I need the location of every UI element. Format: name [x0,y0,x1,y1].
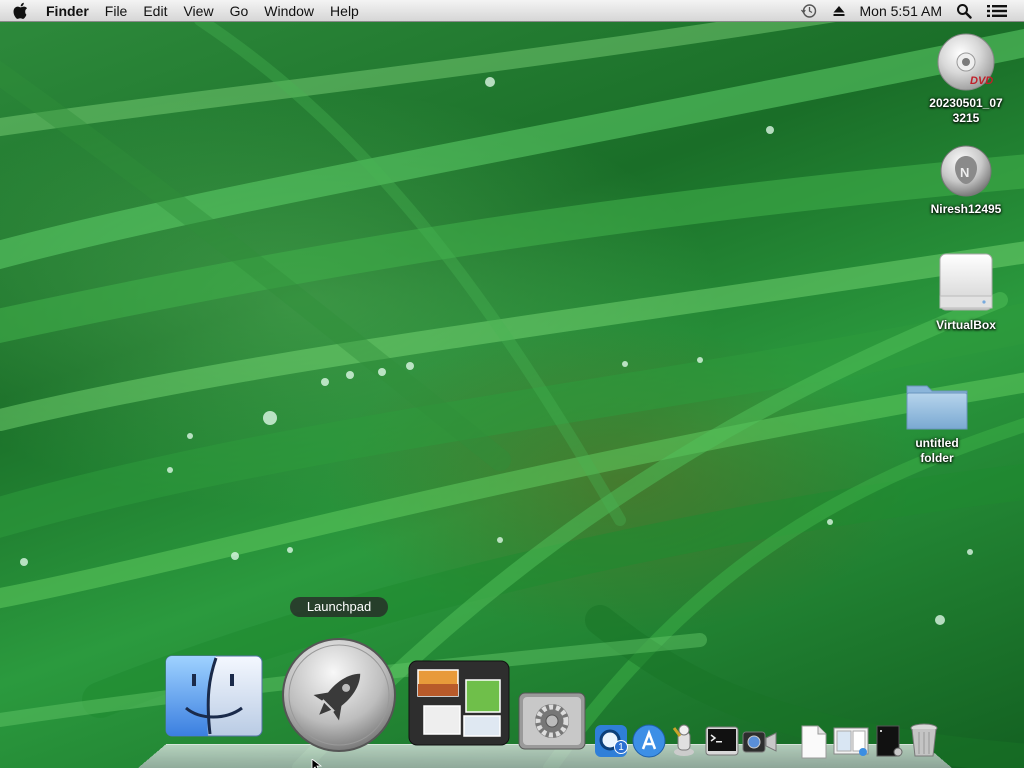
desktop-label: Niresh12495 [930,202,1002,216]
menu-view[interactable]: View [175,0,221,22]
arrow-cursor-icon [311,758,323,768]
time-machine-menu[interactable] [793,0,825,22]
desktop-item-dvd[interactable]: DVD 20230501_07 3215 [916,32,1016,126]
facetime-icon [742,731,777,753]
mouse-cursor [311,758,323,768]
dock-finder[interactable] [164,654,264,743]
terminal-icon [705,726,739,756]
dock-document[interactable] [800,724,828,765]
menu-go[interactable]: Go [222,0,257,22]
dock-mission-control[interactable] [408,660,510,751]
launchpad-icon [282,638,396,752]
automator-icon [672,724,694,756]
preview-icon [833,727,869,756]
install-disk-icon: N [940,145,992,197]
menu-edit[interactable]: Edit [135,0,175,22]
menu-file[interactable]: File [97,0,136,22]
dock-automator[interactable] [668,722,700,763]
desktop-item-niresh[interactable]: N Niresh12495 [916,144,1016,217]
desktop-label: VirtualBox [936,318,996,332]
desktop-item-virtualbox[interactable]: VirtualBox [916,252,1016,333]
dock-facetime[interactable] [742,728,778,761]
dock-quicktime[interactable]: 1 [594,724,628,763]
desktop-wallpaper [0,0,1024,768]
dock-launchpad[interactable] [281,637,397,758]
menu-window[interactable]: Window [256,0,322,22]
trash-icon [910,723,938,757]
dock-trash[interactable] [909,722,939,765]
dock-terminal[interactable] [705,726,739,761]
finder-icon [165,655,263,737]
time-machine-icon [800,3,816,18]
desktop-item-untitled-folder[interactable]: untitled folder [887,378,987,466]
system-preferences-icon [518,692,586,750]
svg-text:DVD: DVD [970,75,993,87]
eject-menu[interactable] [825,0,853,22]
app-store-icon [632,724,666,758]
menubar-clock[interactable]: Mon 5:51 AM [853,0,950,22]
eject-icon [833,5,844,16]
external-drive-icon [939,253,993,311]
menu-help[interactable]: Help [322,0,367,22]
dock-app-store[interactable] [632,724,666,763]
list-icon [987,4,1007,17]
menu-bar: Finder File Edit View Go Window Help Mon… [0,0,1024,22]
dock-badge: 1 [614,740,628,754]
apple-icon [13,2,28,19]
dark-file-icon [876,725,903,757]
dvd-icon: DVD [937,33,995,91]
desktop-label: 20230501_07 3215 [929,96,1003,125]
desktop-label: untitled folder [915,436,959,465]
dock-system-preferences[interactable] [518,692,586,755]
apple-menu[interactable] [0,0,40,22]
grass-blades [0,0,1024,768]
dock-tooltip: Launchpad [290,597,388,617]
mission-control-icon [408,660,510,746]
menu-finder[interactable]: Finder [40,0,97,22]
folder-icon [906,385,968,430]
dock-dark-file[interactable] [874,724,904,763]
svg-text:N: N [960,165,969,180]
document-icon [801,725,827,759]
dock-preview[interactable] [832,726,870,763]
spotlight-icon [957,3,972,19]
notification-center-menu[interactable] [979,0,1024,22]
spotlight-menu[interactable] [949,0,979,22]
